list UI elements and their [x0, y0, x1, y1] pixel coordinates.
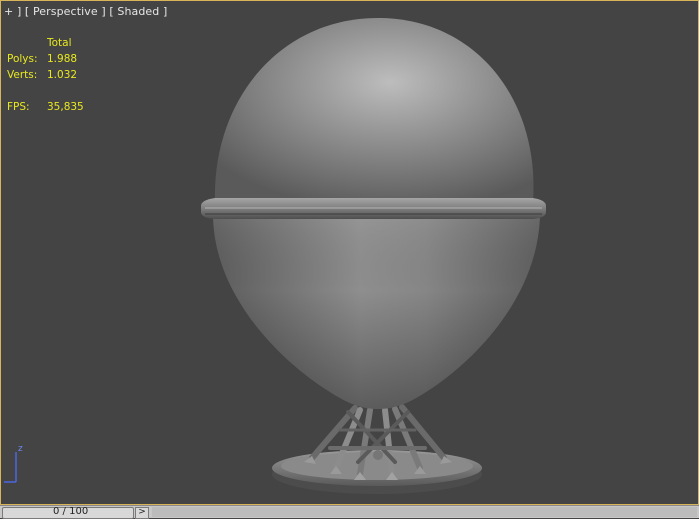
verts-value: 1.032 — [47, 69, 78, 81]
verts-label: Verts: — [7, 69, 38, 81]
scene-render[interactable] — [0, 0, 699, 505]
viewport-label-sep: ] [ — [101, 5, 114, 18]
upper-dome-hull[interactable] — [214, 18, 534, 202]
track-bar[interactable] — [152, 507, 697, 517]
timeline-bar[interactable]: 0 / 100 > — [0, 505, 699, 519]
stats-header-row: Total — [7, 35, 84, 51]
viewport-label-sep: ] — [163, 5, 168, 18]
stats-fps-row: FPS: 35,835 — [7, 99, 84, 115]
time-slider[interactable]: 0 / 100 — [2, 506, 134, 519]
fps-value: 35,835 — [47, 101, 84, 113]
perspective-viewport[interactable]: + ] [ Perspective ] [ Shaded ] Total Pol… — [0, 0, 699, 505]
viewport-statistics: Total Polys: 1.988 Verts: 1.032 FPS: 35,… — [7, 35, 84, 115]
frame-readout: 0 / 100 — [53, 506, 89, 517]
viewport-plus-menu[interactable]: + — [4, 5, 13, 18]
polys-label: Polys: — [7, 53, 38, 65]
next-frame-button[interactable]: > — [135, 507, 149, 519]
stats-polys-row: Polys: 1.988 — [7, 51, 84, 67]
viewport-label[interactable]: + ] [ Perspective ] [ Shaded ] — [4, 5, 167, 18]
equator-ring[interactable] — [201, 198, 546, 219]
z-axis-label: z — [18, 444, 23, 454]
polys-value: 1.988 — [47, 53, 78, 65]
stats-total-header: Total — [47, 37, 72, 49]
viewport-label-sep: ] [ — [16, 5, 30, 18]
stats-verts-row: Verts: 1.032 — [7, 67, 84, 83]
axis-gizmo-icon: z — [4, 444, 23, 483]
fps-label: FPS: — [7, 101, 30, 113]
viewport-view-menu[interactable]: Perspective — [33, 5, 98, 18]
viewport-shading-menu[interactable]: Shaded — [117, 5, 159, 18]
